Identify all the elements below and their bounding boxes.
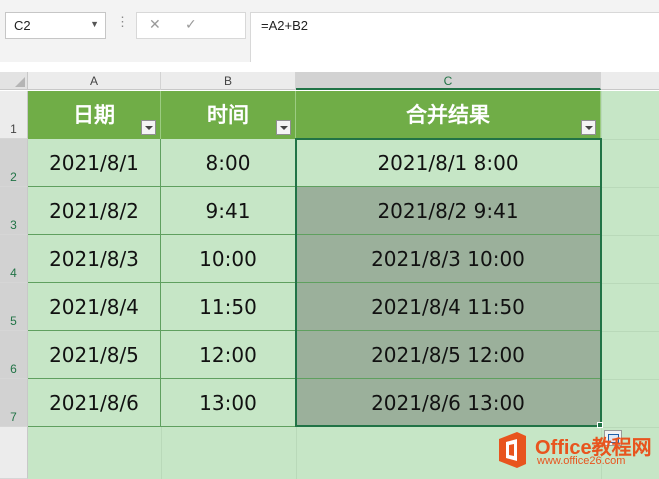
- row-header-4[interactable]: 4: [0, 235, 28, 283]
- formula-bar-area: C2 ▼ ⋮ ✕ ✓ fx =A2+B2: [0, 0, 659, 62]
- formula-text: =A2+B2: [261, 18, 308, 33]
- grid-line: [601, 139, 659, 140]
- enter-icon[interactable]: ✓: [185, 17, 197, 33]
- table-cell-result[interactable]: 2021/8/5 12:00: [296, 331, 601, 379]
- filter-dropdown-icon[interactable]: [276, 120, 291, 135]
- row-number: 1: [10, 122, 17, 136]
- column-header-c[interactable]: C: [296, 72, 601, 90]
- table-cell-result[interactable]: 2021/8/2 9:41: [296, 187, 601, 235]
- row-number: 4: [10, 266, 17, 280]
- table-cell-date[interactable]: 2021/8/2: [28, 187, 161, 235]
- header-label: 时间: [207, 103, 249, 127]
- filter-dropdown-icon[interactable]: [581, 120, 596, 135]
- table-cell-date[interactable]: 2021/8/3: [28, 235, 161, 283]
- row-header-1[interactable]: 1: [0, 91, 28, 139]
- row-header-6[interactable]: 6: [0, 331, 28, 379]
- row-number: 3: [10, 218, 17, 232]
- table-header-cell[interactable]: 日期: [28, 91, 161, 139]
- table-cell-time[interactable]: 12:00: [161, 331, 296, 379]
- row-number: 6: [10, 362, 17, 376]
- chevron-down-icon[interactable]: ▼: [90, 19, 99, 29]
- header-label: 日期: [73, 103, 115, 127]
- more-icon: ⋮: [116, 14, 129, 29]
- table-cell-date[interactable]: 2021/8/5: [28, 331, 161, 379]
- row-header-8[interactable]: [0, 427, 28, 479]
- row-header-3[interactable]: 3: [0, 187, 28, 235]
- cancel-icon[interactable]: ✕: [149, 17, 161, 33]
- row-number: 7: [10, 410, 17, 424]
- table-cell-time[interactable]: 13:00: [161, 379, 296, 427]
- table-cell-result[interactable]: 2021/8/1 8:00: [296, 139, 601, 187]
- formula-input[interactable]: =A2+B2: [250, 12, 659, 62]
- table-header-cell[interactable]: 时间: [161, 91, 296, 139]
- table-cell-result[interactable]: 2021/8/6 13:00: [296, 379, 601, 427]
- column-header-a[interactable]: A: [28, 72, 161, 90]
- row-header-7[interactable]: 7: [0, 379, 28, 427]
- filter-dropdown-icon[interactable]: [141, 120, 156, 135]
- grid-line: [601, 283, 659, 284]
- table-cell-date[interactable]: 2021/8/6: [28, 379, 161, 427]
- table-cell-date[interactable]: 2021/8/4: [28, 283, 161, 331]
- table-cell-time[interactable]: 11:50: [161, 283, 296, 331]
- office-logo-icon: [499, 432, 526, 468]
- row-header-2[interactable]: 2: [0, 139, 28, 187]
- name-box-value: C2: [14, 18, 31, 33]
- select-all-button[interactable]: [0, 72, 28, 90]
- table-cell-time[interactable]: 8:00: [161, 139, 296, 187]
- grid-line: [601, 331, 659, 332]
- row-number: 5: [10, 314, 17, 328]
- watermark-url: www.office26.com: [537, 455, 626, 467]
- row-number: 2: [10, 170, 17, 184]
- grid-line: [601, 235, 659, 236]
- table-cell-time[interactable]: 10:00: [161, 235, 296, 283]
- watermark: Office教程网 www.office26.com: [495, 428, 659, 474]
- table-cell-time[interactable]: 9:41: [161, 187, 296, 235]
- grid-line: [601, 187, 659, 188]
- name-box[interactable]: C2 ▼: [5, 12, 106, 39]
- grid-line: [601, 91, 602, 479]
- table-header-cell[interactable]: 合并结果: [296, 91, 601, 139]
- table-cell-date[interactable]: 2021/8/1: [28, 139, 161, 187]
- row-header-5[interactable]: 5: [0, 283, 28, 331]
- table-cell-result[interactable]: 2021/8/3 10:00: [296, 235, 601, 283]
- select-all-icon: [15, 77, 25, 87]
- column-header-b[interactable]: B: [161, 72, 296, 90]
- formula-buttons: ✕ ✓ fx: [136, 12, 368, 39]
- header-label: 合并结果: [406, 103, 490, 127]
- grid-line: [601, 379, 659, 380]
- table-cell-result[interactable]: 2021/8/4 11:50: [296, 283, 601, 331]
